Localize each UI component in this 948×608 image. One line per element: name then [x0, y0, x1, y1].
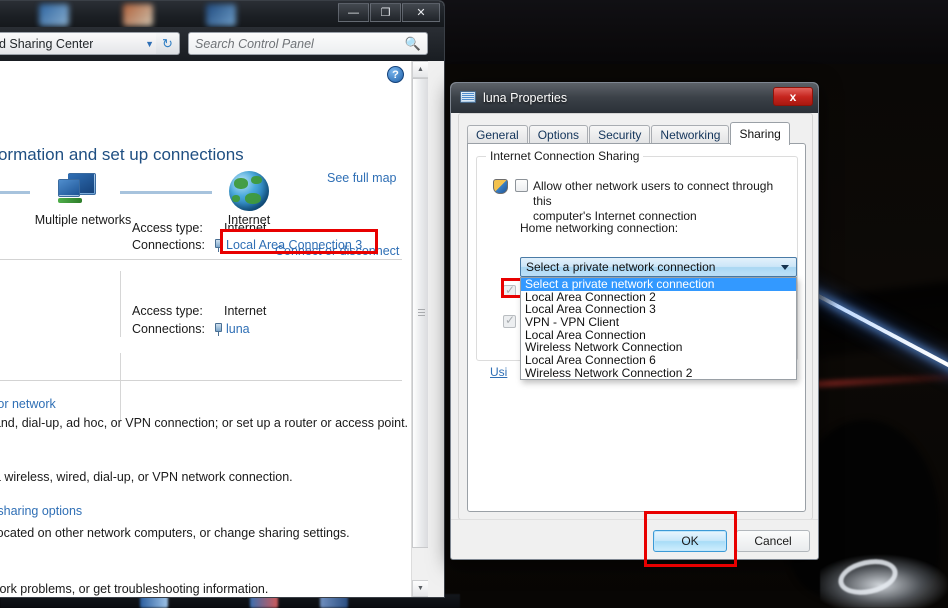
network-plug-icon-2	[214, 323, 223, 336]
divider-1	[0, 259, 402, 260]
connect-network-desc: to a wireless, wired, dial-up, or VPN ne…	[0, 470, 293, 484]
control-panel-window: — ❐ ✕ nd Sharing Center ▼ ↻ Search Contr…	[0, 0, 445, 598]
connections-label-1: Connections:	[132, 238, 205, 252]
dropdown-item-0[interactable]: Select a private network connection	[521, 278, 796, 291]
setup-connection-link[interactable]: on or network	[0, 397, 56, 411]
titlebar-thumbnail-3	[206, 4, 236, 26]
titlebar-thumbnail-1	[39, 4, 69, 26]
multiple-networks-label: Multiple networks	[34, 213, 132, 227]
control-panel-toolbar: nd Sharing Center ▼ ↻ Search Control Pan…	[0, 27, 444, 61]
ok-button-highlight-box	[644, 511, 737, 567]
refresh-icon: ↻	[162, 35, 173, 51]
network-entry-rule-1	[120, 271, 121, 337]
tab-networking[interactable]: Networking	[651, 125, 730, 144]
home-networking-combobox[interactable]: Select a private network connection	[520, 257, 797, 277]
see-full-map-link[interactable]: See full map	[327, 171, 396, 185]
help-icon[interactable]: ?	[387, 66, 404, 83]
dialog-close-button[interactable]: x	[773, 87, 813, 106]
maximize-button[interactable]: ❐	[370, 3, 401, 22]
sharing-options-desc: rs located on other network computers, o…	[0, 526, 350, 540]
connection-link-2[interactable]: luna	[226, 322, 250, 336]
dropdown-item-7[interactable]: Wireless Network Connection 2	[521, 367, 796, 380]
scrollbar-thumb[interactable]	[412, 78, 428, 548]
map-line-right	[120, 191, 212, 194]
window-controls[interactable]: — ❐ ✕	[338, 3, 440, 22]
search-placeholder: Search Control Panel	[195, 36, 314, 51]
luna-properties-dialog: luna Properties x General Options Securi…	[450, 82, 819, 560]
combobox-value: Select a private network connection	[526, 260, 716, 274]
dialog-inner-panel: General Options Security Networking Shar…	[458, 113, 813, 520]
divider-2	[0, 380, 402, 381]
scroll-down-button[interactable]: ▼	[412, 580, 428, 597]
hidden-checkbox-2[interactable]	[503, 313, 516, 328]
sharing-options-link[interactable]: nd sharing options	[0, 504, 82, 518]
setup-connection-desc: dband, dial-up, ad hoc, or VPN connectio…	[0, 416, 409, 430]
connections-label-2: Connections:	[132, 322, 205, 336]
network-adapter-icon	[460, 91, 476, 105]
chevron-down-icon[interactable]: ▼	[145, 39, 154, 49]
search-input[interactable]: Search Control Panel 🔍	[188, 32, 428, 55]
uac-shield-icon	[493, 179, 508, 194]
control-panel-content: ? information and set up connections Mul…	[0, 61, 428, 597]
tab-strip[interactable]: General Options Security Networking Shar…	[467, 122, 791, 145]
vertical-scrollbar[interactable]: ▲ ▼	[411, 61, 428, 597]
group-title: Internet Connection Sharing	[486, 149, 644, 163]
home-networking-label: Home networking connection:	[520, 221, 679, 235]
search-icon: 🔍	[404, 35, 421, 51]
internet-globe-icon	[229, 171, 269, 211]
close-button[interactable]: ✕	[402, 3, 440, 22]
page-title: information and set up connections	[0, 145, 244, 164]
allow-sharing-checkbox[interactable]	[515, 179, 528, 192]
titlebar-thumbnail-2	[123, 4, 153, 26]
allow-sharing-label: Allow other network users to connect thr…	[533, 179, 783, 224]
access-type-value-2: Internet	[224, 304, 267, 318]
scrollbar-grip-icon	[418, 309, 425, 317]
access-type-label-1: Access type:	[132, 221, 203, 235]
troubleshoot-desc: etwork problems, or get troubleshooting …	[0, 582, 269, 596]
access-type-label-2: Access type:	[132, 304, 203, 318]
internet-connection-sharing-group: Internet Connection Sharing Allow other …	[476, 149, 798, 380]
tab-security[interactable]: Security	[589, 125, 651, 144]
network-entry-rule-2	[120, 353, 121, 421]
sharing-tab-page: Internet Connection Sharing Allow other …	[467, 143, 806, 512]
connection-name-highlight-box	[220, 229, 378, 254]
tab-general[interactable]: General	[467, 125, 528, 144]
dialog-footer: OK Cancel	[451, 519, 818, 559]
address-bar[interactable]: nd Sharing Center ▼	[0, 32, 159, 55]
cancel-button[interactable]: Cancel	[736, 530, 810, 552]
dropdown-item-3[interactable]: VPN - VPN Client	[521, 316, 796, 329]
tab-options[interactable]: Options	[528, 125, 589, 144]
minimize-button[interactable]: —	[338, 3, 369, 22]
scroll-up-button[interactable]: ▲	[412, 61, 428, 78]
dialog-title: luna Properties	[483, 91, 568, 105]
tab-sharing[interactable]: Sharing	[730, 122, 790, 145]
chevron-down-icon[interactable]	[781, 264, 789, 270]
allow-sharing-line1: Allow other network users to connect thr…	[533, 179, 774, 208]
control-panel-titlebar[interactable]: — ❐ ✕	[0, 1, 444, 27]
multiple-networks-icon	[58, 173, 102, 209]
refresh-button[interactable]: ↻	[156, 32, 180, 55]
dropdown-item-6[interactable]: Local Area Connection 6	[521, 354, 796, 367]
home-networking-dropdown-list[interactable]: Select a private network connection Loca…	[520, 277, 797, 380]
dialog-titlebar[interactable]: luna Properties x	[451, 83, 818, 113]
address-bar-text: nd Sharing Center	[0, 36, 94, 51]
using-ics-link[interactable]: Usi	[490, 365, 507, 379]
map-line-left	[0, 191, 30, 194]
